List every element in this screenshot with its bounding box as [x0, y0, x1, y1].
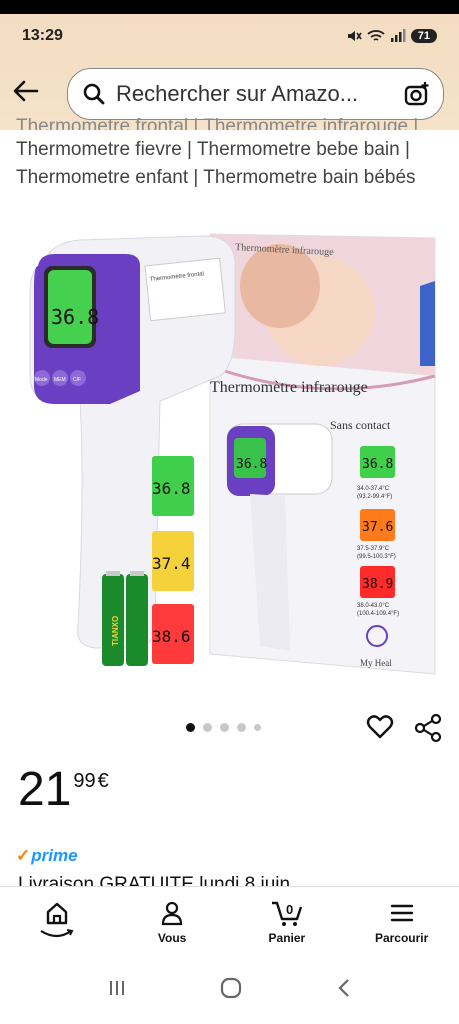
device-reading: 36.8: [51, 305, 99, 329]
signal-icon: [390, 29, 406, 42]
carousel-dot[interactable]: [186, 723, 195, 732]
image-carousel-indicator[interactable]: [186, 723, 261, 732]
svg-text:C/F: C/F: [73, 377, 81, 383]
price-currency: €: [97, 770, 109, 792]
prime-check-icon: ✓: [16, 846, 31, 865]
price-fraction: 99: [73, 770, 96, 792]
search-icon: [83, 83, 105, 105]
battery-indicator: 71: [410, 29, 437, 43]
heart-icon: [366, 715, 394, 739]
left-reading-cards: 36.8 37.4 38.6: [152, 456, 194, 664]
prime-label: prime: [31, 846, 78, 865]
brand-name: My Heal: [360, 658, 392, 668]
left-reading-yellow: 37.4: [152, 554, 191, 573]
delivery-info: Livraison GRATUITE lundi 8 juin: [18, 874, 291, 886]
nav-you[interactable]: Vous: [115, 887, 230, 952]
smile-arrow-icon: [40, 929, 74, 938]
nav-cart[interactable]: 0 Panier: [230, 887, 345, 952]
product-box: Thermomètre infrarouge Thermomètre infra…: [209, 233, 436, 675]
product-title[interactable]: Thermometre fievre | Thermometre bebe ba…: [16, 136, 446, 192]
reading-red-value: 38.9: [362, 577, 393, 592]
menu-icon: [390, 904, 413, 922]
nav-you-label: Vous: [157, 931, 187, 945]
product-title-partial: Thermometre frontal | Thermometre infrar…: [16, 116, 419, 130]
search-bar[interactable]: Rechercher sur Amazo...: [67, 68, 444, 120]
cart-icon: 0: [271, 901, 303, 926]
carousel-dot[interactable]: [220, 723, 229, 732]
reading-orange-range-c: 37.5-37.9°C: [357, 546, 390, 552]
user-icon: [162, 901, 183, 926]
small-device-reading: 36.8: [236, 457, 267, 472]
price-whole: 21: [18, 763, 72, 816]
svg-text:Mode: Mode: [35, 377, 48, 383]
arrow-left-icon: [13, 80, 39, 102]
product-image[interactable]: Thermomètre infrarouge Thermomètre infra…: [20, 226, 440, 686]
reading-orange-range-f: (99.5-100.3°F): [357, 554, 396, 560]
left-reading-green: 36.8: [152, 479, 191, 498]
left-reading-red: 38.6: [152, 627, 191, 646]
status-bar-strip: [0, 0, 459, 14]
system-back-icon[interactable]: [334, 977, 354, 999]
status-time: 13:29: [22, 27, 63, 44]
status-icons: 71: [346, 29, 437, 43]
nav-cart-label: Panier: [268, 931, 306, 945]
wishlist-button[interactable]: [366, 713, 394, 741]
share-button[interactable]: [414, 713, 442, 743]
bottom-navigation: Vous 0 Panier Parcourir: [0, 886, 459, 952]
prime-badge: ✓ prime: [16, 846, 78, 866]
share-icon: [414, 713, 442, 743]
box-subheading: Sans contact: [330, 418, 391, 432]
back-button[interactable]: [10, 75, 42, 107]
recent-apps-icon[interactable]: [106, 977, 128, 999]
nav-menu[interactable]: Parcourir: [344, 887, 459, 952]
system-navigation-bar: [0, 952, 459, 1024]
svg-text:MEM: MEM: [54, 377, 66, 383]
reading-orange-value: 37.6: [362, 520, 393, 535]
reading-red-range-c: 38.0-43.0°C: [357, 603, 390, 609]
nav-menu-label: Parcourir: [374, 931, 429, 945]
home-icon: [47, 902, 68, 925]
carousel-dot[interactable]: [254, 724, 261, 731]
carousel-dot[interactable]: [237, 723, 246, 732]
reading-green-value: 36.8: [362, 457, 393, 472]
battery-brand: TIANXO: [111, 616, 120, 646]
box-heading: Thermomètre infrarouge: [210, 379, 368, 396]
wifi-icon: [367, 30, 385, 41]
reading-green-range-f: (93.2-99.4°F): [357, 494, 392, 500]
carousel-dot[interactable]: [203, 723, 212, 732]
nav-home[interactable]: [0, 887, 115, 952]
mute-icon: [347, 31, 362, 41]
reading-red-range-f: (100.4-109.4°F): [357, 611, 399, 617]
cart-count: 0: [286, 902, 293, 917]
price: 21 99 €: [18, 760, 109, 820]
status-bar: 13:29 71: [0, 14, 459, 58]
search-input[interactable]: Rechercher sur Amazo...: [116, 81, 403, 107]
camera-search-icon[interactable]: [403, 80, 431, 108]
reading-green-range-c: 34.0-37.4°C: [357, 486, 390, 492]
home-circle-icon[interactable]: [219, 976, 243, 1000]
